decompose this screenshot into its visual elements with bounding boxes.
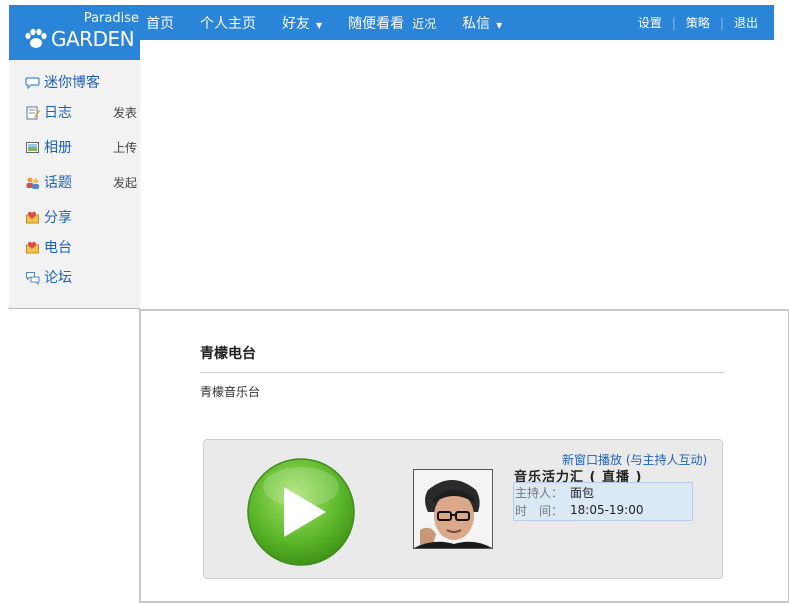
- sidebar-item-label: 相册: [44, 140, 72, 156]
- notepad-icon: [26, 106, 40, 119]
- sidebar-item-label: 迷你博客: [44, 75, 100, 91]
- site-logo[interactable]: Paradise GARDEN: [24, 9, 139, 53]
- nav-messages-label: 私信: [462, 15, 491, 32]
- nav-separator: |: [719, 15, 724, 30]
- chat-bubble-icon: [25, 76, 40, 89]
- picture-icon: [26, 141, 39, 153]
- nav-friends-label: 好友: [282, 15, 310, 32]
- nav-browse-sub[interactable]: 近况: [412, 15, 436, 32]
- time-row: 时 间： 18:05-19:00: [515, 501, 644, 519]
- settings-link[interactable]: 设置: [638, 14, 662, 31]
- host-label: 主持人：: [515, 485, 564, 500]
- people-icon: [26, 177, 39, 189]
- nav-messages[interactable]: 私信 ▼: [462, 13, 502, 33]
- paw-icon: [25, 28, 47, 48]
- radio-player: 新窗口播放 (与主持人互动) 音乐活力汇 ( 直播 ) 主持人： 面包 时 间：…: [203, 439, 723, 579]
- main-nav: 首页 个人主页 好友 ▼ 随便看看 近况 私信 ▼: [146, 5, 528, 40]
- host-row: 主持人： 面包: [515, 483, 594, 501]
- sidebar-item-album[interactable]: 相册 上传: [25, 137, 137, 157]
- sidebar-item-label: 日志: [44, 105, 72, 121]
- nav-profile-label: 个人主页: [200, 15, 256, 32]
- nav-home-label: 首页: [146, 15, 174, 32]
- nav-separator: |: [671, 15, 676, 30]
- host-portrait-icon: [414, 470, 492, 548]
- sidebar-item-label: 话题: [44, 175, 72, 191]
- sidebar-item-radio[interactable]: 电台: [25, 237, 137, 257]
- forum-bubbles-icon: [26, 271, 40, 285]
- nav-friends[interactable]: 好友 ▼: [282, 13, 322, 33]
- start-topic-link[interactable]: 发起: [113, 174, 137, 191]
- logo-big-label: GARDEN: [51, 27, 135, 51]
- sidebar-item-topics[interactable]: 话题 发起: [25, 172, 137, 192]
- sidebar-item-label: 分享: [44, 210, 72, 226]
- share-icon: [26, 211, 39, 223]
- sidebar-item-share[interactable]: 分享: [25, 207, 137, 227]
- sidebar-item-blog[interactable]: 日志 发表: [25, 102, 137, 122]
- station-description: 青檬音乐台: [200, 385, 261, 399]
- play-button-icon[interactable]: [246, 457, 356, 567]
- nav-browse-label: 随便看看: [348, 15, 405, 32]
- radio-icon: [26, 241, 39, 253]
- logo-big-text: GARDEN: [24, 27, 135, 51]
- sidebar-divider: [9, 308, 140, 309]
- logout-link[interactable]: 退出: [734, 14, 758, 31]
- account-links: 设置 | 策略 | 退出: [638, 5, 758, 40]
- upload-photo-link[interactable]: 上传: [113, 139, 137, 156]
- sidebar-item-forum[interactable]: 论坛: [25, 267, 137, 287]
- time-value: 18:05-19:00: [570, 503, 644, 517]
- sidebar-item-miniblog[interactable]: 迷你博客: [25, 72, 137, 92]
- time-label: 时 间：: [515, 503, 564, 518]
- chevron-down-icon: ▼: [316, 20, 323, 30]
- logo-small-text: Paradise: [83, 11, 139, 26]
- nav-home[interactable]: 首页: [146, 13, 174, 33]
- host-value: 面包: [570, 485, 595, 500]
- title-divider: [200, 372, 724, 373]
- show-info-table: 主持人： 面包 时 间： 18:05-19:00: [513, 482, 693, 521]
- strategy-link[interactable]: 策略: [686, 14, 710, 31]
- nav-profile[interactable]: 个人主页: [200, 13, 256, 33]
- host-avatar: [413, 469, 493, 549]
- sidebar: 迷你博客 日志 发表 相册 上传 话题 发起 分享 电台 论坛: [9, 60, 140, 308]
- post-blog-link[interactable]: 发表: [113, 104, 137, 121]
- nav-browse[interactable]: 随便看看 近况: [348, 13, 436, 33]
- page-title: 青檬电台: [200, 346, 256, 362]
- sidebar-item-label: 论坛: [44, 270, 72, 286]
- sidebar-item-label: 电台: [44, 240, 72, 256]
- chevron-down-icon: ▼: [496, 20, 503, 30]
